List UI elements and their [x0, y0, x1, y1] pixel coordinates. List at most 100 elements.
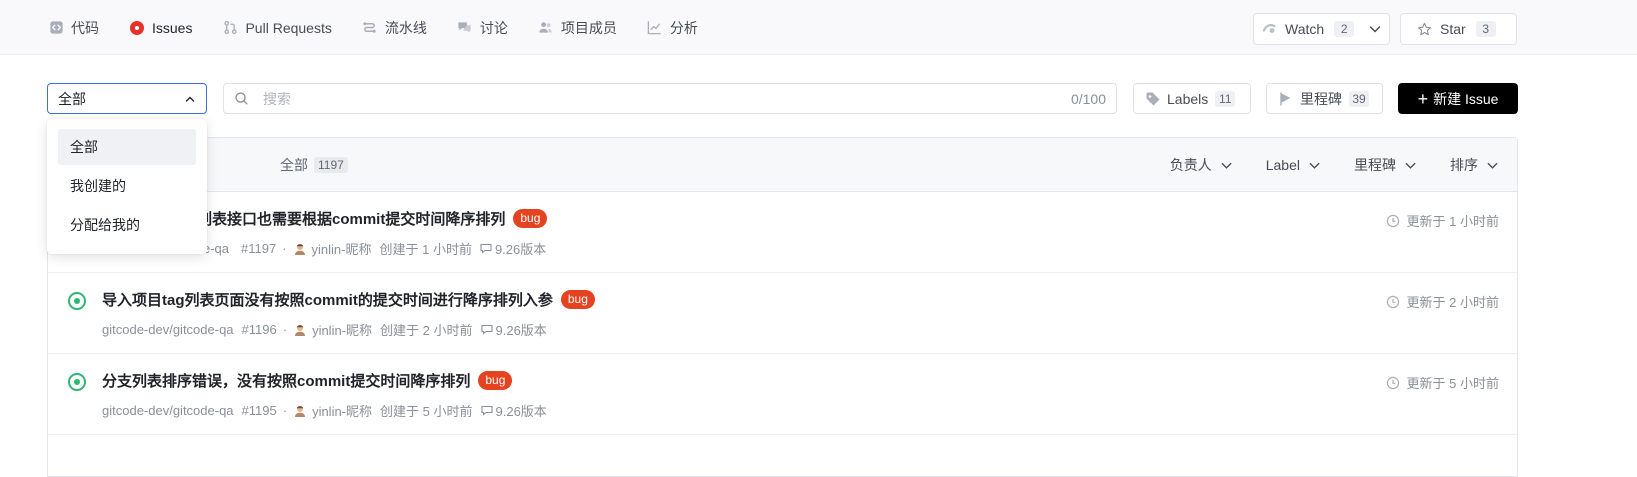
repo-nav-bar: 代码 Issues Pull Requests 流水线 讨论 项目成员 分析 W… — [0, 0, 1637, 55]
search-char-counter: 0/100 — [1070, 90, 1106, 107]
issue-updated: 更新于 5 小时前 — [1386, 373, 1499, 392]
bug-label-badge[interactable]: bug — [560, 290, 595, 309]
clock-icon — [1386, 376, 1400, 390]
issue-filter-value: 全部 — [58, 90, 86, 107]
discussion-icon — [457, 20, 473, 36]
list-sorters: 负责人 Label 里程碑 排序 — [1137, 138, 1499, 192]
chart-icon — [647, 20, 663, 36]
watch-button[interactable]: Watch 2 — [1253, 13, 1390, 45]
issue-milestone-label: 9.26版本 — [495, 323, 547, 338]
tab-code-label: 代码 — [71, 19, 99, 36]
clock-icon — [1386, 295, 1400, 309]
issue-created-time: 创建于 5 小时前 — [380, 404, 473, 419]
pull-request-icon — [222, 20, 238, 36]
assignee-filter-label: 负责人 — [1169, 157, 1212, 173]
bug-label-badge[interactable]: bug — [478, 371, 513, 390]
all-issues-label: 全部 — [280, 157, 308, 173]
labels-label: Labels — [1167, 90, 1209, 107]
milestone-icon — [480, 324, 493, 336]
issue-updated: 更新于 1 小时前 — [1386, 211, 1499, 230]
chevron-up-icon — [184, 93, 196, 105]
issue-repo-link[interactable]: gitcode-dev/gitcode-qa — [102, 403, 234, 418]
issue-filter-select[interactable]: 全部 — [47, 83, 207, 114]
assignee-filter[interactable]: 负责人 — [1170, 155, 1233, 175]
new-issue-label: 新建 Issue — [1433, 90, 1499, 107]
issue-milestone[interactable]: 9.26版本 — [480, 401, 547, 420]
filter-option-all[interactable]: 全部 — [58, 129, 196, 165]
issue-milestone-label: 9.26版本 — [494, 242, 547, 257]
meta-separator: · — [282, 241, 287, 256]
avatar — [293, 323, 307, 337]
tab-members[interactable]: 项目成员 — [538, 0, 617, 55]
issue-created-time: 创建于 2 小时前 — [380, 323, 473, 338]
tab-issues-label: Issues — [152, 19, 193, 36]
issue-row: 导入项目tag列表页面没有按照commit的提交时间进行降序排列入参 bug g… — [48, 273, 1517, 354]
issue-list-header: 1059 全部 1197 负责人 Label 里程碑 排序 — [48, 138, 1517, 192]
sort-dropdown[interactable]: 排序 — [1450, 155, 1499, 175]
chevron-down-icon — [1404, 159, 1417, 172]
tab-code[interactable]: 代码 — [48, 0, 99, 55]
open-status-icon — [68, 292, 86, 310]
issue-title[interactable]: 导入项目tag列表页面没有按照commit的提交时间进行降序排列入参 — [102, 289, 553, 310]
tab-pull-requests[interactable]: Pull Requests — [222, 0, 332, 55]
issue-meta: gitcode-dev/gitcode-qa #1195 · yinlin-昵称… — [102, 401, 547, 420]
issue-author[interactable]: yinlin-昵称 — [312, 239, 372, 258]
plus-icon: + — [1417, 88, 1429, 109]
issue-filter-dropdown: 全部 我创建的 分配给我的 — [47, 119, 207, 254]
new-issue-button[interactable]: + 新建 Issue — [1398, 83, 1518, 114]
milestone-count: 39 — [1349, 90, 1369, 107]
watch-count: 2 — [1334, 21, 1355, 37]
issue-number: #1195 — [241, 403, 277, 418]
filter-option-assigned-to-me[interactable]: 分配给我的 — [58, 207, 196, 243]
all-issues-count: 1197 — [314, 157, 348, 173]
repo-nav: 代码 Issues Pull Requests 流水线 讨论 项目成员 分析 — [48, 0, 728, 55]
label-filter-label: Label — [1265, 157, 1300, 173]
tab-members-label: 项目成员 — [560, 19, 617, 36]
milestone-filter[interactable]: 里程碑 — [1354, 155, 1417, 175]
issue-number: #1197 — [240, 241, 277, 256]
tab-discussion-label: 讨论 — [479, 19, 508, 36]
tab-discussion[interactable]: 讨论 — [457, 0, 508, 55]
chevron-down-icon[interactable] — [1368, 22, 1382, 36]
star-label: Star — [1440, 21, 1466, 37]
milestone-button[interactable]: 里程碑 39 — [1266, 83, 1383, 114]
issue-title[interactable]: 分支列表排序错误，没有按照commit提交时间降序排列 — [102, 370, 470, 391]
tab-analysis[interactable]: 分析 — [647, 0, 698, 55]
issue-number: #1196 — [241, 322, 277, 337]
issue-milestone[interactable]: 9.26版本 — [480, 320, 547, 339]
issue-updated-time: 更新于 5 小时前 — [1406, 376, 1499, 391]
filter-option-created-by-me[interactable]: 我创建的 — [58, 168, 196, 204]
issue-row: 支下拉列表接口也需要根据commit提交时间降序排列 bug code-qa #… — [48, 192, 1517, 273]
issue-author[interactable]: yinlin-昵称 — [312, 401, 372, 420]
chevron-down-icon — [1308, 159, 1321, 172]
issue-updated: 更新于 2 小时前 — [1386, 292, 1499, 311]
labels-button[interactable]: Labels 11 — [1133, 83, 1251, 114]
tab-all-issues[interactable]: 全部 1197 — [280, 138, 348, 192]
watch-label: Watch — [1285, 21, 1325, 37]
code-icon — [48, 20, 64, 36]
label-filter[interactable]: Label — [1266, 157, 1321, 173]
star-count: 3 — [1475, 21, 1496, 37]
issue-updated-time: 更新于 1 小时前 — [1406, 214, 1499, 229]
issue-created-time: 创建于 1 小时前 — [379, 242, 472, 257]
bug-label-badge[interactable]: bug — [513, 209, 548, 228]
issue-milestone-label: 9.26版本 — [495, 404, 547, 419]
issue-author[interactable]: yinlin-昵称 — [312, 320, 372, 339]
tab-issues[interactable]: Issues — [129, 0, 192, 55]
tab-analysis-label: 分析 — [669, 19, 698, 36]
meta-separator: · — [282, 322, 288, 337]
search-input[interactable] — [263, 90, 1071, 107]
issue-meta: gitcode-dev/gitcode-qa #1196 · yinlin-昵称… — [102, 320, 547, 339]
meta-separator: · — [282, 403, 288, 418]
issue-row: 分支列表排序错误，没有按照commit提交时间降序排列 bug gitcode-… — [48, 354, 1517, 435]
pipeline-icon — [362, 20, 378, 36]
tab-pipeline[interactable]: 流水线 — [362, 0, 427, 55]
issue-repo-link[interactable]: gitcode-dev/gitcode-qa — [102, 322, 234, 337]
star-button[interactable]: Star 3 — [1400, 13, 1517, 45]
issue-list: 1059 全部 1197 负责人 Label 里程碑 排序 — [47, 137, 1518, 477]
chevron-down-icon — [1486, 159, 1499, 172]
milestone-icon — [480, 243, 492, 255]
search-box: 0/100 — [223, 83, 1117, 114]
issue-milestone[interactable]: 9.26版本 — [480, 239, 546, 258]
flag-icon — [1278, 91, 1294, 107]
